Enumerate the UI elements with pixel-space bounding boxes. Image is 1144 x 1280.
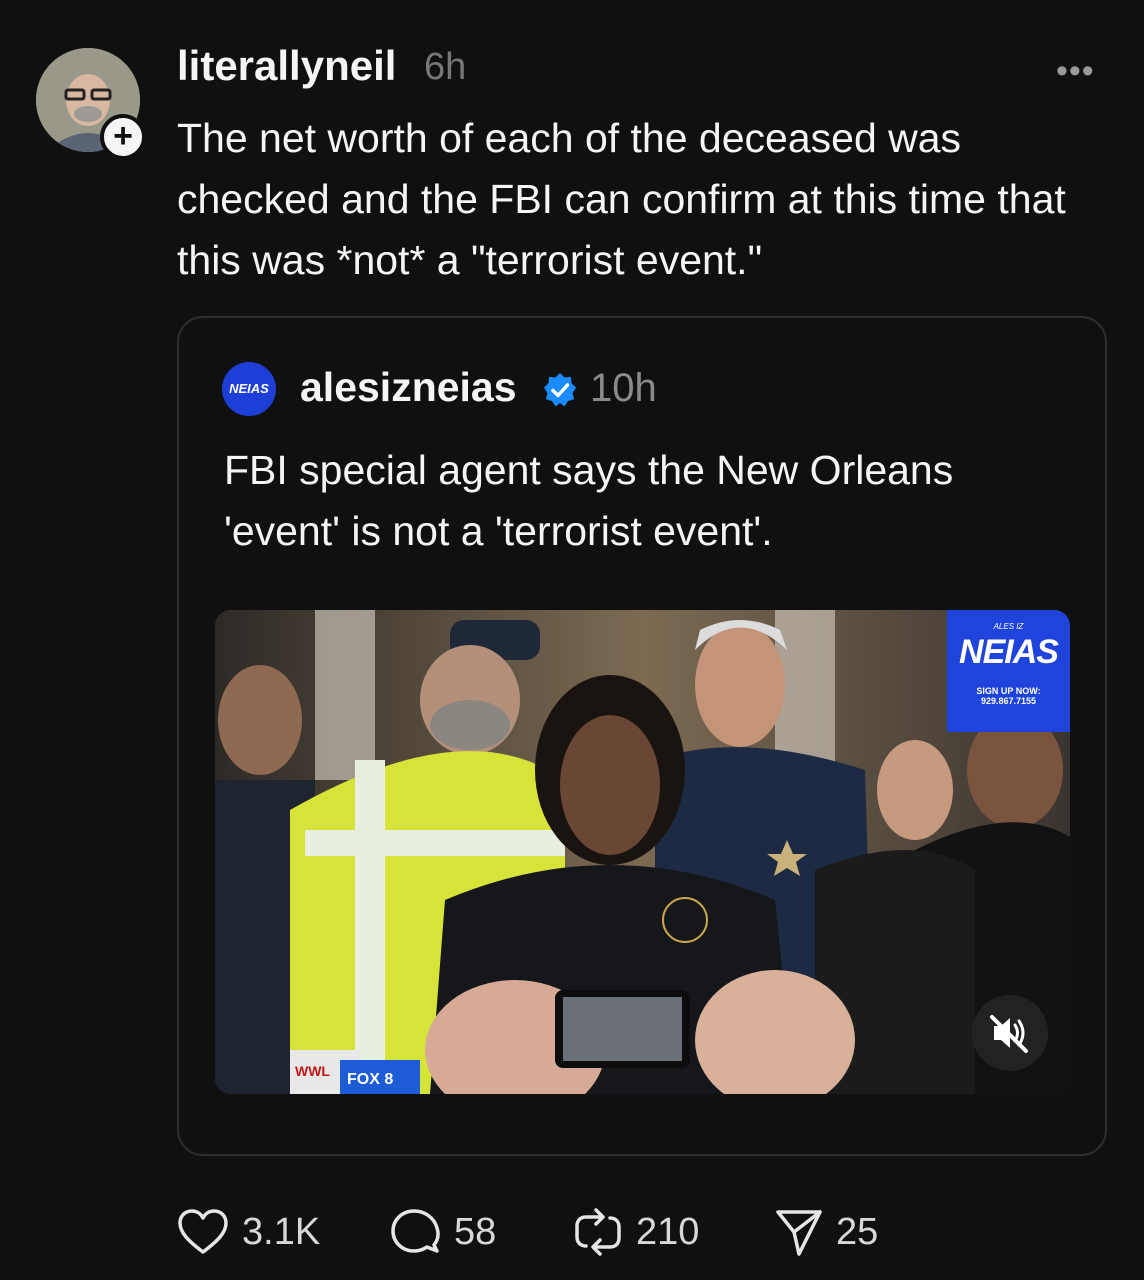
- repost-icon[interactable]: [572, 1206, 624, 1258]
- quoted-author-username[interactable]: alesizneias: [300, 364, 517, 411]
- heart-icon[interactable]: [177, 1208, 229, 1256]
- send-icon[interactable]: [774, 1206, 824, 1258]
- logo-phone: 929.867.7155: [980, 696, 1037, 706]
- comment-icon[interactable]: [389, 1207, 441, 1257]
- follow-button[interactable]: +: [100, 114, 146, 160]
- reply-count[interactable]: 58: [454, 1211, 496, 1254]
- logo-small-text: ALES IZ: [993, 622, 1024, 631]
- post-text: The net worth of each of the deceased wa…: [177, 115, 1066, 283]
- logo-cta: SIGN UP NOW:: [976, 686, 1041, 696]
- more-icon[interactable]: •••: [1056, 52, 1095, 91]
- repost-count[interactable]: 210: [636, 1211, 699, 1254]
- video-channel-logo: ALES IZ NEIAS SIGN UP NOW: 929.867.7155: [947, 610, 1070, 732]
- post-time: 6h: [424, 46, 467, 88]
- mic-label-wwl: WWL: [295, 1063, 330, 1079]
- video-player[interactable]: WWL FOX 8: [215, 610, 1070, 1094]
- mic-label-fox8: FOX 8: [347, 1071, 393, 1088]
- mute-button[interactable]: [972, 995, 1048, 1071]
- verified-icon: [544, 373, 576, 407]
- author-username[interactable]: literallyneil: [177, 42, 396, 90]
- like-count[interactable]: 3.1K: [242, 1211, 320, 1254]
- logo-name: NEIAS: [959, 633, 1059, 671]
- quoted-post-text: FBI special agent says the New Orleans '…: [224, 447, 954, 554]
- mute-icon: [990, 1015, 1028, 1053]
- video-frame-image: WWL FOX 8: [215, 610, 1070, 1094]
- share-count[interactable]: 25: [836, 1211, 878, 1254]
- quoted-author-avatar[interactable]: NEIAS: [222, 362, 276, 416]
- quoted-post-time: 10h: [590, 366, 657, 410]
